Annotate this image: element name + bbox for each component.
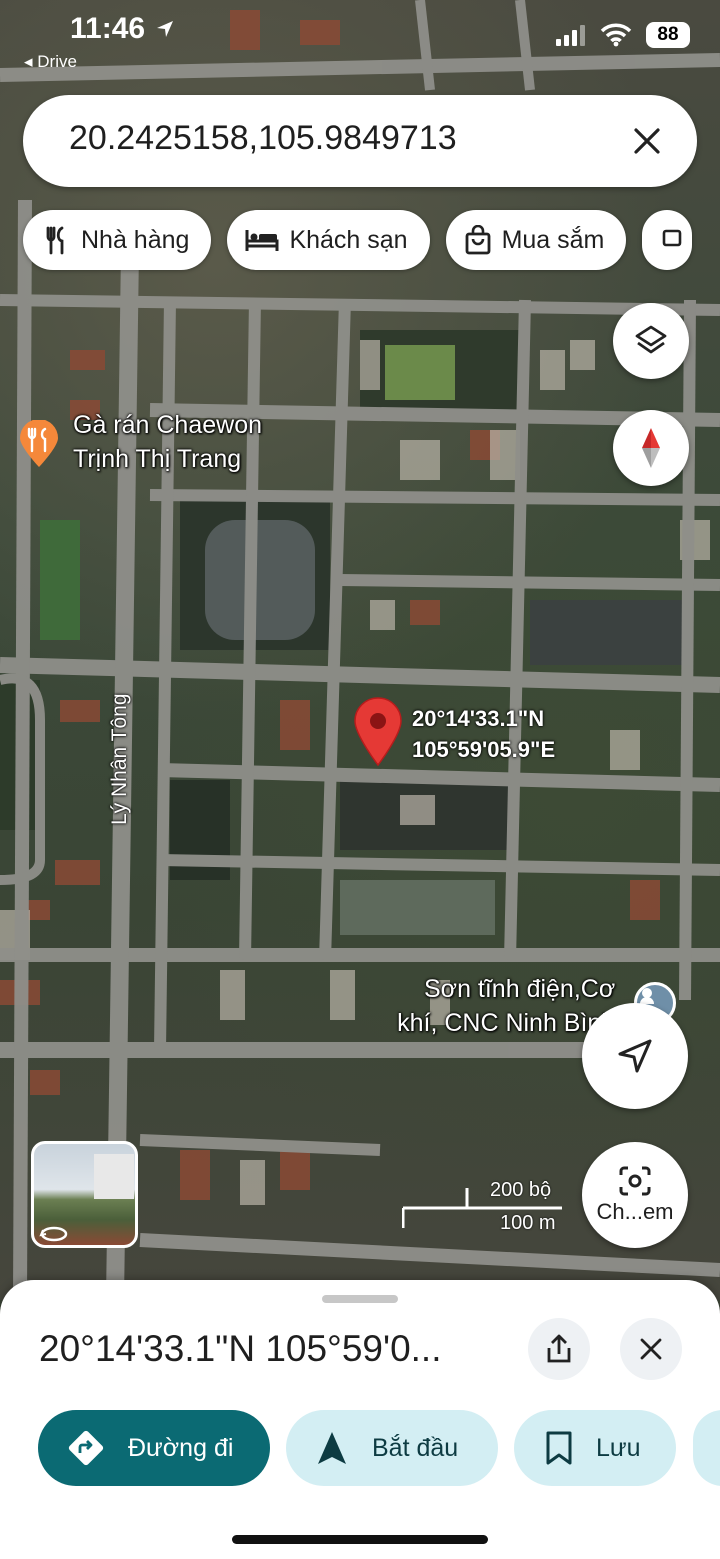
map-roads: [0, 0, 720, 1300]
share-button[interactable]: [528, 1318, 590, 1380]
directions-button[interactable]: Đường đi: [38, 1410, 270, 1486]
rotate-360-icon: [39, 1226, 68, 1242]
chip-label: Nhà hàng: [81, 225, 190, 254]
wifi-icon: [600, 23, 632, 47]
close-icon: [640, 1338, 662, 1360]
scale-imperial: 200 bộ: [490, 1179, 552, 1201]
chip-label: Mua sắm: [501, 225, 605, 254]
close-sheet-button[interactable]: [620, 1318, 682, 1380]
layers-icon: [635, 325, 667, 354]
start-label: Bắt đầu: [372, 1433, 459, 1462]
start-button[interactable]: Bắt đầu: [286, 1410, 498, 1486]
dropped-pin[interactable]: [353, 697, 403, 767]
save-label: Lưu: [596, 1433, 641, 1462]
camera-button-label: Ch...em: [596, 1199, 674, 1224]
directions-label: Đường đi: [128, 1433, 234, 1462]
place-name: Sơn tĩnh điện,Cơ: [424, 975, 616, 1003]
scale-metric: 100 m: [500, 1212, 556, 1234]
map-pin-icon: [354, 697, 402, 767]
lens-camera-icon: [619, 1166, 651, 1196]
navigation-arrow-icon: [618, 1039, 652, 1073]
place-bottom-sheet[interactable]: 20°14'33.1"N 105°59'0... Đường đi Bắt đầ…: [0, 1280, 720, 1559]
clear-search-button[interactable]: [625, 119, 669, 163]
compass-button[interactable]: [613, 410, 689, 486]
restaurant-pin-icon: [20, 420, 58, 467]
compass-icon: [642, 428, 660, 468]
back-app-name: Drive: [37, 52, 77, 71]
chip-hotels[interactable]: Khách sạn: [227, 210, 430, 270]
location-arrow-icon: [157, 21, 173, 37]
map-scale: 200 bộ 100 m: [402, 1176, 562, 1236]
category-icon: [663, 229, 682, 247]
sheet-drag-handle[interactable]: [322, 1295, 398, 1303]
search-query[interactable]: 20.2425158,105.9849713: [69, 119, 457, 158]
camera-search-button[interactable]: Ch...em: [582, 1142, 688, 1248]
pin-longitude: 105°59'05.9"E: [412, 737, 556, 762]
place-subtitle: khí, CNC Ninh Bình: [397, 1009, 616, 1037]
sheet-title: 20°14'33.1"N 105°59'0...: [39, 1328, 442, 1369]
search-bar[interactable]: 20.2425158,105.9849713: [23, 95, 697, 187]
status-time: 11:46: [70, 12, 146, 45]
category-chips: Nhà hàng Khách sạn Mua sắm: [23, 210, 693, 270]
hotel-icon: [245, 230, 279, 251]
back-triangle-icon: ◂: [24, 52, 38, 71]
street-label: Lý Nhân Tông: [108, 693, 131, 825]
home-indicator[interactable]: [232, 1535, 488, 1544]
street-view-thumbnail[interactable]: [31, 1141, 138, 1248]
navigation-start-icon: [318, 1432, 346, 1464]
more-actions-button[interactable]: [693, 1410, 720, 1486]
pin-coordinate-label: 20°14'33.1"N 105°59'05.9"E: [412, 703, 555, 765]
place-label-restaurant[interactable]: Gà rán Chaewon Trịnh Thị Trang: [73, 408, 262, 476]
cellular-signal-icon: [556, 25, 585, 46]
thumbnail-building: [94, 1154, 134, 1199]
chip-more[interactable]: [642, 210, 693, 270]
layers-button[interactable]: [613, 303, 689, 379]
share-icon: [547, 1334, 571, 1363]
chip-restaurants[interactable]: Nhà hàng: [23, 210, 212, 270]
status-bar: 11:46 ◂ Drive 88: [0, 0, 720, 90]
restaurant-icon: [46, 226, 64, 255]
my-location-button[interactable]: [582, 1003, 688, 1109]
chip-shopping[interactable]: Mua sắm: [445, 210, 627, 270]
back-to-app-link[interactable]: ◂ Drive: [24, 52, 77, 72]
battery-indicator: 88: [646, 22, 690, 48]
place-subtitle: Trịnh Thị Trang: [73, 445, 242, 473]
directions-icon: [68, 1430, 104, 1466]
save-button[interactable]: Lưu: [514, 1410, 676, 1486]
satellite-map[interactable]: Gà rán Chaewon Trịnh Thị Trang Lý Nhân T…: [0, 0, 720, 1300]
close-icon: [634, 128, 660, 154]
chip-label: Khách sạn: [289, 225, 408, 254]
place-label-shop[interactable]: Sơn tĩnh điện,Cơ khí, CNC Ninh Bình: [380, 972, 615, 1040]
bookmark-icon: [546, 1431, 572, 1465]
shopping-bag-icon: [465, 225, 490, 255]
place-name: Gà rán Chaewon: [73, 411, 263, 439]
pin-latitude: 20°14'33.1"N: [412, 706, 545, 731]
restaurant-marker[interactable]: [18, 420, 60, 468]
place-generic-icon: [640, 988, 654, 1004]
